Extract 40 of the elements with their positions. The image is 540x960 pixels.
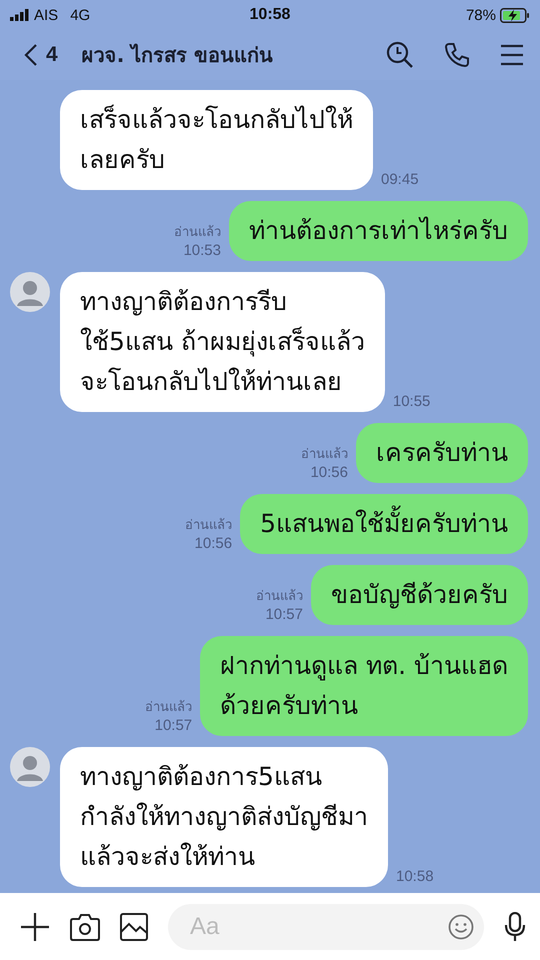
- read-receipt: อ่านแล้ว: [185, 516, 232, 534]
- message-time: 10:56: [194, 535, 232, 552]
- outgoing-message-bubble: 5แสนพอใช้มั้ยครับท่าน: [240, 494, 528, 554]
- message-time: 10:58: [396, 868, 434, 885]
- microphone-icon[interactable]: [504, 912, 526, 942]
- signal-icon: [10, 9, 30, 21]
- incoming-message-bubble: ทางญาติต้องการ5แสน กำลังให้ทางญาติส่งบัญชีมา แล้วจะส่งให้ท่าน: [60, 747, 388, 887]
- message-time: 10:56: [310, 464, 348, 481]
- camera-icon[interactable]: [70, 912, 100, 940]
- unread-count: 4: [46, 43, 58, 67]
- read-receipt: อ่านแล้ว: [145, 698, 192, 716]
- read-receipt: อ่านแล้ว: [256, 587, 303, 605]
- battery-percent: 78%: [466, 6, 496, 24]
- menu-icon[interactable]: [500, 44, 524, 66]
- incoming-message-bubble: เสร็จแล้วจะโอนกลับไปให้ เลยครับ: [60, 90, 373, 190]
- status-time: 10:58: [250, 6, 290, 24]
- back-button[interactable]: 4: [24, 43, 58, 67]
- incoming-message-bubble: ทางญาติต้องการรีบ ใช้5แสน ถ้าผมยุ่งเสร็จแล้ว จะโอนกลับไปให้ท่านเลย: [60, 272, 385, 412]
- image-icon[interactable]: [120, 912, 148, 940]
- battery-charging-icon: [500, 8, 530, 22]
- phone-icon[interactable]: [444, 42, 470, 68]
- chat-title: ผวจ. ไกรสร ขอนแก่น: [82, 42, 274, 69]
- search-icon[interactable]: [386, 41, 414, 69]
- outgoing-message-bubble: ฝากท่านดูแล ทต. บ้านแฮด ด้วยครับท่าน: [200, 636, 528, 736]
- read-receipt: อ่านแล้ว: [174, 223, 221, 241]
- read-receipt: อ่านแล้ว: [301, 445, 348, 463]
- back-chevron-icon: [24, 43, 38, 67]
- carrier-name: AIS: [34, 6, 58, 24]
- emoji-icon[interactable]: [448, 914, 474, 940]
- outgoing-message-bubble: เครครับท่าน: [356, 423, 528, 483]
- message-time: 10:57: [154, 717, 192, 734]
- outgoing-message-bubble: ท่านต้องการเท่าไหร่ครับ: [229, 201, 528, 261]
- message-time: 10:55: [392, 393, 430, 410]
- message-time: 10:53: [183, 242, 221, 259]
- outgoing-message-bubble: ขอบัญชีด้วยครับ: [311, 565, 528, 625]
- network-type: 4G: [70, 6, 90, 24]
- message-time: 09:45: [381, 171, 419, 188]
- plus-icon[interactable]: [20, 912, 50, 942]
- message-input-field[interactable]: Aa: [168, 904, 484, 950]
- message-time: 10:57: [265, 606, 303, 623]
